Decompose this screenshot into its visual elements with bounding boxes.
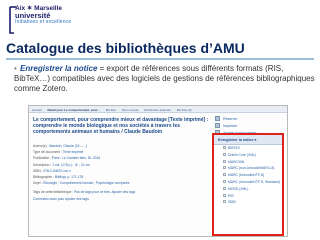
export-menu: Enregistrer la notice ▾ BIBTEX Dublin Co… — [212, 133, 284, 236]
export-option-ris[interactable]: RIS — [214, 193, 282, 200]
reserve-icon — [215, 116, 220, 121]
catalogue-screenshot: Accueil Détail pour Le comportement, pou… — [28, 105, 288, 237]
option-label: MARCXML — [228, 159, 245, 164]
logo-text: Aix ✶ Marseille université Initiatives e… — [15, 5, 71, 26]
meta-key: Sujet : — [33, 181, 43, 186]
export-option-isbd[interactable]: ISBD — [214, 199, 282, 206]
meta-value[interactable]: Pas de tags pour ce titre. Ajouter des t… — [74, 190, 135, 194]
meta-value[interactable]: Paris : Le Cavalier bleu, DL 2016 — [52, 156, 100, 160]
print-action[interactable]: Imprimer — [215, 123, 281, 130]
meta-key: ISBN : — [33, 168, 43, 173]
print-icon — [215, 123, 220, 128]
option-icon — [223, 173, 226, 177]
tab-home[interactable]: Accueil — [32, 108, 42, 112]
meta-value[interactable]: Éthologie ; Comportement humain ; Psycho… — [43, 181, 129, 185]
option-icon — [223, 152, 226, 156]
meta-key: Publication : — [33, 156, 51, 161]
meta-value[interactable]: Baudoin, Claude (19..-....) — [49, 144, 87, 148]
option-label: BIBTEX — [228, 146, 241, 150]
logo-line3: Initiatives et excellence — [15, 19, 72, 25]
option-label: RIS — [228, 193, 234, 198]
tab-advanced-search[interactable]: Recherche avancée — [144, 108, 171, 112]
option-icon — [223, 166, 226, 170]
tab-cart[interactable]: Ma liste (0) — [177, 108, 192, 112]
option-icon — [223, 186, 226, 190]
catalogue-tabs: Accueil Détail pour Le comportement, pou… — [29, 106, 287, 113]
bullet-paragraph: • Enregistrer la notice = export de réfé… — [14, 64, 316, 94]
export-option-dublin-core[interactable]: Dublin Core (XML) — [214, 152, 282, 159]
tab-detail[interactable]: Détail pour Le comportement, pour... — [48, 108, 100, 112]
bullet-emphasis: Enregistrer la notice — [20, 64, 98, 73]
export-option-marc-utf8-standard[interactable]: MARC (Unicode/UTF-8, Standard) — [214, 179, 282, 186]
meta-value: 1 vol. (178 p.) : ill. ; 21 cm — [52, 162, 90, 167]
meta-value[interactable]: Connectez-vous pour ajouter des tags. — [33, 197, 90, 201]
meta-key: Tags de cette bibliothèque : — [33, 190, 74, 195]
option-label: Dublin Core (XML) — [228, 152, 257, 157]
export-option-marc-utf8[interactable]: MARC (Unicode/UTF-8) — [214, 172, 282, 179]
option-icon — [223, 193, 226, 197]
export-option-marcxml[interactable]: MARCXML — [214, 159, 282, 166]
option-label: ISBD — [228, 200, 236, 205]
meta-key: Description : — [33, 162, 52, 167]
option-label: MARC (Unicode/UTF-8, Standard) — [228, 179, 280, 184]
save-record-button[interactable]: Enregistrer la notice ▾ — [214, 135, 282, 145]
export-option-bibtex[interactable]: BIBTEX — [214, 145, 282, 152]
option-label: MODS (XML) — [228, 186, 249, 191]
option-icon — [223, 179, 226, 183]
option-label: MARC (Unicode/UTF-8) — [228, 173, 265, 178]
logo-line2: université — [15, 11, 51, 20]
bullet-dot-icon: • — [14, 64, 17, 73]
slide-title: Catalogue des bibliothèques d’AMU — [6, 40, 245, 56]
option-label: MARC (non-Unicode/MARC-8) — [228, 166, 275, 171]
meta-row: Connectez-vous pour ajouter des tags. — [33, 196, 209, 202]
university-logo: Aix ✶ Marseille université Initiatives e… — [8, 3, 71, 37]
record-title: Le comportement, pour comprendre mieux e… — [33, 117, 209, 135]
meta-key: Type de document : — [33, 150, 62, 155]
export-option-marc-8[interactable]: MARC (non-Unicode/MARC-8) — [214, 165, 282, 172]
option-icon — [223, 159, 226, 163]
action-label: Imprimer — [223, 124, 238, 128]
tab-my-account[interactable]: Mon compte — [122, 108, 139, 112]
meta-value: Texte imprimé — [62, 150, 84, 155]
meta-key: Auteur(s) : — [33, 144, 49, 148]
meta-value: 978-2-84670-xxx-x — [43, 168, 71, 173]
meta-key: Bibliographie : — [33, 175, 54, 180]
reserve-action[interactable]: Réserver — [215, 116, 281, 123]
tab-my-list[interactable]: Ma liste — [106, 108, 116, 112]
export-option-mods[interactable]: MODS (XML) — [214, 186, 282, 193]
option-icon — [223, 200, 226, 204]
action-label: Réserver — [223, 117, 238, 121]
record-metadata: Auteur(s) : Baudoin, Claude (19..-....) … — [33, 143, 209, 202]
title-divider — [6, 58, 314, 60]
option-icon — [223, 146, 226, 149]
meta-value: Bibliogr. p. 171-178 — [54, 175, 84, 180]
